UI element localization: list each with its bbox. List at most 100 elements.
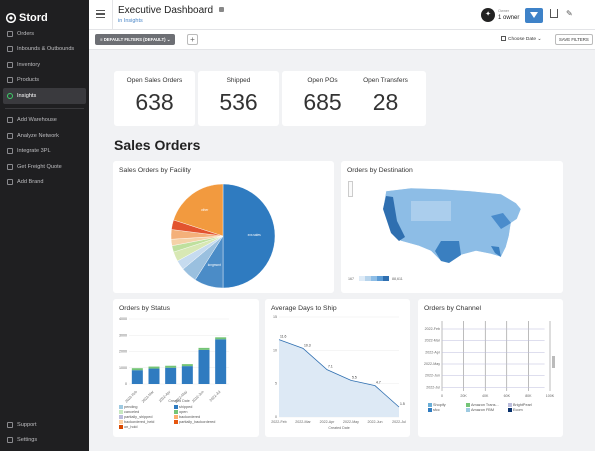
page-title: Executive Dashboard [118, 5, 214, 16]
filter-bar: ≡ DEFAULT FILTERS (DEFAULT) ⌄ + Choose D… [89, 30, 595, 50]
avg-days-line-chart: 0 5 10 15 11.6 10.3 7.1 5.5 4.7 1.5 2022-Feb 2022-M… [271, 315, 406, 430]
status-bar-top [131, 368, 143, 371]
legend-swatch [119, 420, 123, 424]
status-bar-top [165, 365, 177, 368]
calendar-icon [501, 36, 506, 41]
warehouse-icon [7, 117, 13, 124]
sidebar-item-support[interactable]: Support [0, 417, 89, 433]
wrench-icon[interactable]: ✎ [566, 9, 574, 18]
legend-swatch [119, 410, 123, 414]
card-orders-by-status[interactable]: Orders by Status 0 1000 2000 3000 4000 2022-F… [113, 299, 259, 437]
y-tick-label: 2022-Feb [425, 327, 440, 331]
y-tick-label: 10 [273, 348, 277, 352]
kpi-value: 638 [135, 89, 174, 115]
gear-icon [7, 437, 13, 444]
dashboard-content: Open Sales Orders 638 Shipped 536 Open POs… [89, 50, 595, 451]
breadcrumb[interactable]: in Insights [118, 18, 143, 24]
logo-text: Stord [19, 11, 48, 24]
legend-label: partially_backordered [179, 420, 216, 424]
x-axis-label: Created Date [328, 426, 349, 430]
legend-label: on_hold [124, 425, 138, 429]
truck-icon [7, 163, 13, 170]
sidebar-item-inbounds[interactable]: Inbounds & Outbounds [0, 42, 89, 58]
y-tick-label: 2022-Mar [425, 339, 441, 343]
logo-icon [6, 12, 16, 23]
y-tick-label: 0 [275, 415, 277, 419]
sidebar-item-inventory[interactable]: Inventory [0, 57, 89, 73]
card-orders-by-channel[interactable]: Orders by Channel 0 20K 40K 60K 80K 100K 2022-… [418, 299, 563, 437]
us-choropleth-map[interactable]: 167 88,611 [341, 161, 563, 293]
sidebar-action-analyze-network[interactable]: Analyze Network [0, 128, 89, 144]
sidebar: Stord Orders Inbounds & Outbounds Invent… [0, 0, 89, 451]
legend-label: pending [124, 405, 138, 409]
owner-count[interactable]: 1 owner [498, 15, 519, 21]
sidebar-item-orders[interactable]: Orders [0, 26, 89, 42]
sidebar-action-add-warehouse[interactable]: Add Warehouse [0, 113, 89, 129]
legend-label: backordered_held [124, 420, 155, 424]
sidebar-item-products[interactable]: Products [0, 73, 89, 89]
y-tick-label: 2022-May [424, 362, 440, 366]
legend-label: canceled [124, 410, 140, 414]
x-tick-label: 0 [441, 394, 443, 398]
legend-swatch [119, 405, 123, 409]
card-sales-by-facility[interactable]: Sales Orders by Facility xxx.sales longmo… [113, 161, 334, 293]
kpi-open-transfers[interactable]: Open Transfers 28 [345, 71, 426, 126]
sidebar-item-label: Add Warehouse [17, 117, 57, 124]
sidebar-item-insights[interactable]: Insights [3, 88, 86, 104]
y-tick-label: 2022-Jul [426, 385, 440, 389]
kpi-shipped[interactable]: Shipped 536 [198, 71, 279, 126]
save-filters-button[interactable]: SAVE FILTERS [555, 34, 593, 45]
legend-swatch [371, 276, 377, 281]
legend-swatch [377, 276, 383, 281]
owner-avatar[interactable]: ✦ [481, 8, 495, 22]
sidebar-item-label: Support [17, 421, 37, 428]
sidebar-item-label: Inbounds & Outbounds [17, 46, 75, 53]
map-legend-max: 88,611 [392, 277, 403, 281]
inventory-icon [7, 61, 13, 68]
kpi-label: Open Transfers [363, 77, 408, 84]
status-bar [198, 349, 210, 384]
owner-label: Owner [498, 9, 510, 13]
x-tick-label: 20K [460, 394, 467, 398]
share-icon[interactable] [550, 9, 558, 18]
x-tick-label: 80K [525, 394, 532, 398]
y-tick-label: 1000 [119, 366, 127, 370]
sidebar-item-label: Get Freight Quote [17, 163, 62, 170]
legend-swatch [466, 403, 470, 407]
channel-legend: Shopify Amazon Trans... BrightPearl sfcc… [428, 403, 546, 413]
card-average-days-to-ship[interactable]: Average Days to Ship 0 5 10 15 11.6 10.3 7.1 5.… [265, 299, 410, 437]
sidebar-item-label: Analyze Network [17, 132, 59, 139]
network-icon [7, 132, 13, 139]
filter-button[interactable] [525, 8, 543, 23]
add-filter-button[interactable]: + [187, 34, 198, 45]
map-legend-min: 167 [348, 277, 354, 281]
hamburger-menu-icon[interactable] [96, 10, 105, 18]
inbounds-icon [7, 46, 13, 53]
x-tick-label: 2022-Feb [124, 390, 138, 404]
channel-bar-chart: 0 20K 40K 60K 80K 100K 2022-Feb 2022-Mar 2022-Ap… [424, 321, 555, 398]
x-tick-label: 2022-Mar [295, 420, 311, 424]
sidebar-action-freight-quote[interactable]: Get Freight Quote [0, 159, 89, 175]
legend-label: shipped [179, 405, 193, 409]
point-label: 7.1 [328, 365, 333, 369]
kpi-open-sales-orders[interactable]: Open Sales Orders 638 [114, 71, 195, 126]
card-orders-by-destination[interactable]: Orders by Destination 167 88,611 [341, 161, 563, 293]
default-filters-dropdown[interactable]: ≡ DEFAULT FILTERS (DEFAULT) ⌄ [95, 34, 176, 45]
choose-date-dropdown[interactable]: Choose Date ⌄ [501, 36, 541, 42]
stord-logo[interactable]: Stord [0, 0, 89, 26]
x-axis-label: Created Date [168, 399, 189, 403]
legend-swatch [359, 276, 365, 281]
legend-swatch [508, 408, 512, 412]
plus-icon [7, 179, 13, 186]
x-tick-label: 100K [546, 394, 555, 398]
y-tick-label: 15 [273, 315, 277, 319]
legend-swatch [174, 410, 178, 414]
map-legend: 167 88,611 [348, 276, 403, 281]
sidebar-action-add-brand[interactable]: Add Brand [0, 175, 89, 191]
products-icon [7, 77, 13, 84]
sidebar-item-settings[interactable]: Settings [0, 433, 89, 449]
status-bar [131, 370, 143, 384]
sidebar-action-integrate-3pl[interactable]: Integrate 3PL [0, 144, 89, 160]
point-label: 11.6 [280, 335, 286, 339]
legend-label: partially_shipped [124, 415, 153, 419]
